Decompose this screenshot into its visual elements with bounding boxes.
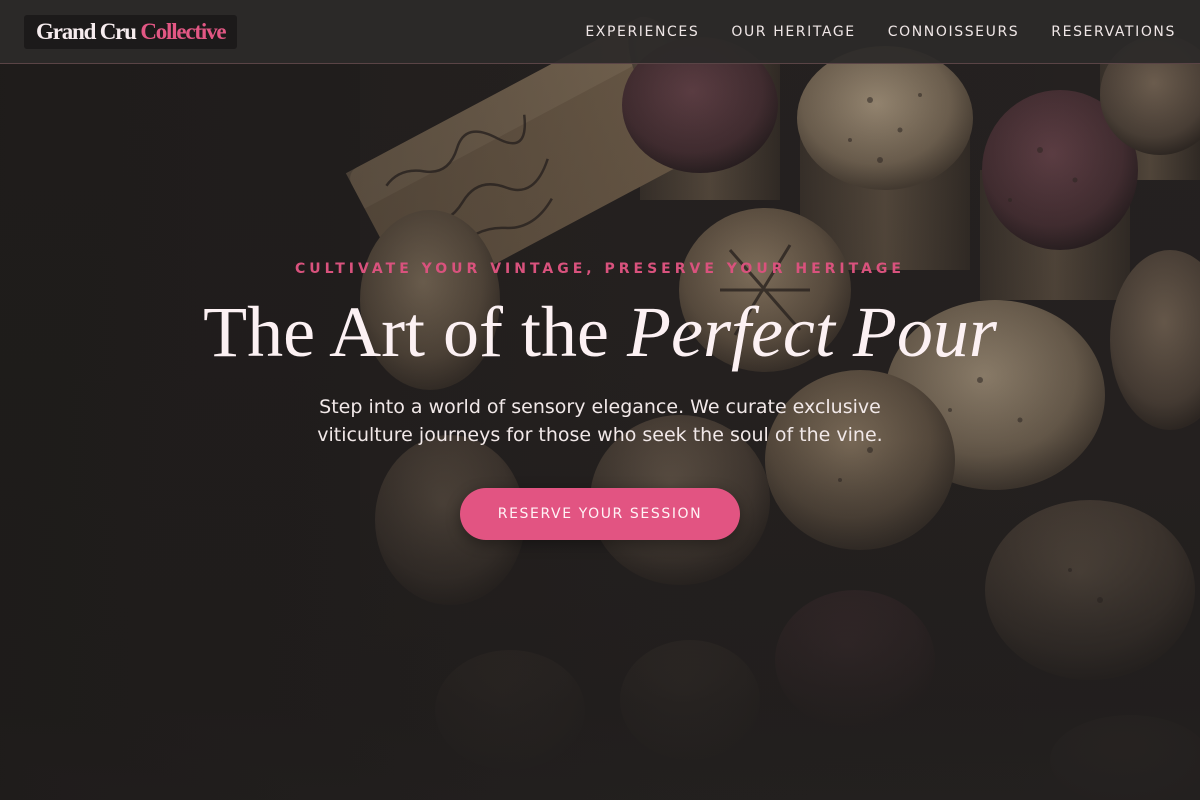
nav-link-our-heritage[interactable]: OUR HERITAGE bbox=[731, 24, 855, 40]
hero-headline-italic: Perfect Pour bbox=[627, 292, 997, 372]
main-navigation: EXPERIENCES OUR HERITAGE CONNOISSEURS RE… bbox=[585, 0, 1176, 64]
nav-link-reservations[interactable]: RESERVATIONS bbox=[1051, 24, 1176, 40]
brand-name-primary: Grand Cru bbox=[36, 19, 137, 44]
hero-subtext: Step into a world of sensory elegance. W… bbox=[317, 396, 883, 446]
landing-page: Grand Cru Collective EXPERIENCES OUR HER… bbox=[0, 0, 1200, 800]
nav-link-connoisseurs[interactable]: CONNOISSEURS bbox=[888, 24, 1020, 40]
nav-link-experiences[interactable]: EXPERIENCES bbox=[585, 24, 699, 40]
brand-name-accent: Collective bbox=[140, 19, 226, 44]
hero-headline-plain: The Art of the bbox=[203, 292, 627, 372]
hero-headline: The Art of the Perfect Pour bbox=[0, 292, 1200, 372]
site-header: Grand Cru Collective EXPERIENCES OUR HER… bbox=[0, 0, 1200, 64]
reserve-session-button[interactable]: RESERVE YOUR SESSION bbox=[460, 488, 740, 540]
brand-logo[interactable]: Grand Cru Collective bbox=[24, 15, 238, 49]
hero-eyebrow: CULTIVATE YOUR VINTAGE, PRESERVE YOUR HE… bbox=[295, 261, 905, 277]
